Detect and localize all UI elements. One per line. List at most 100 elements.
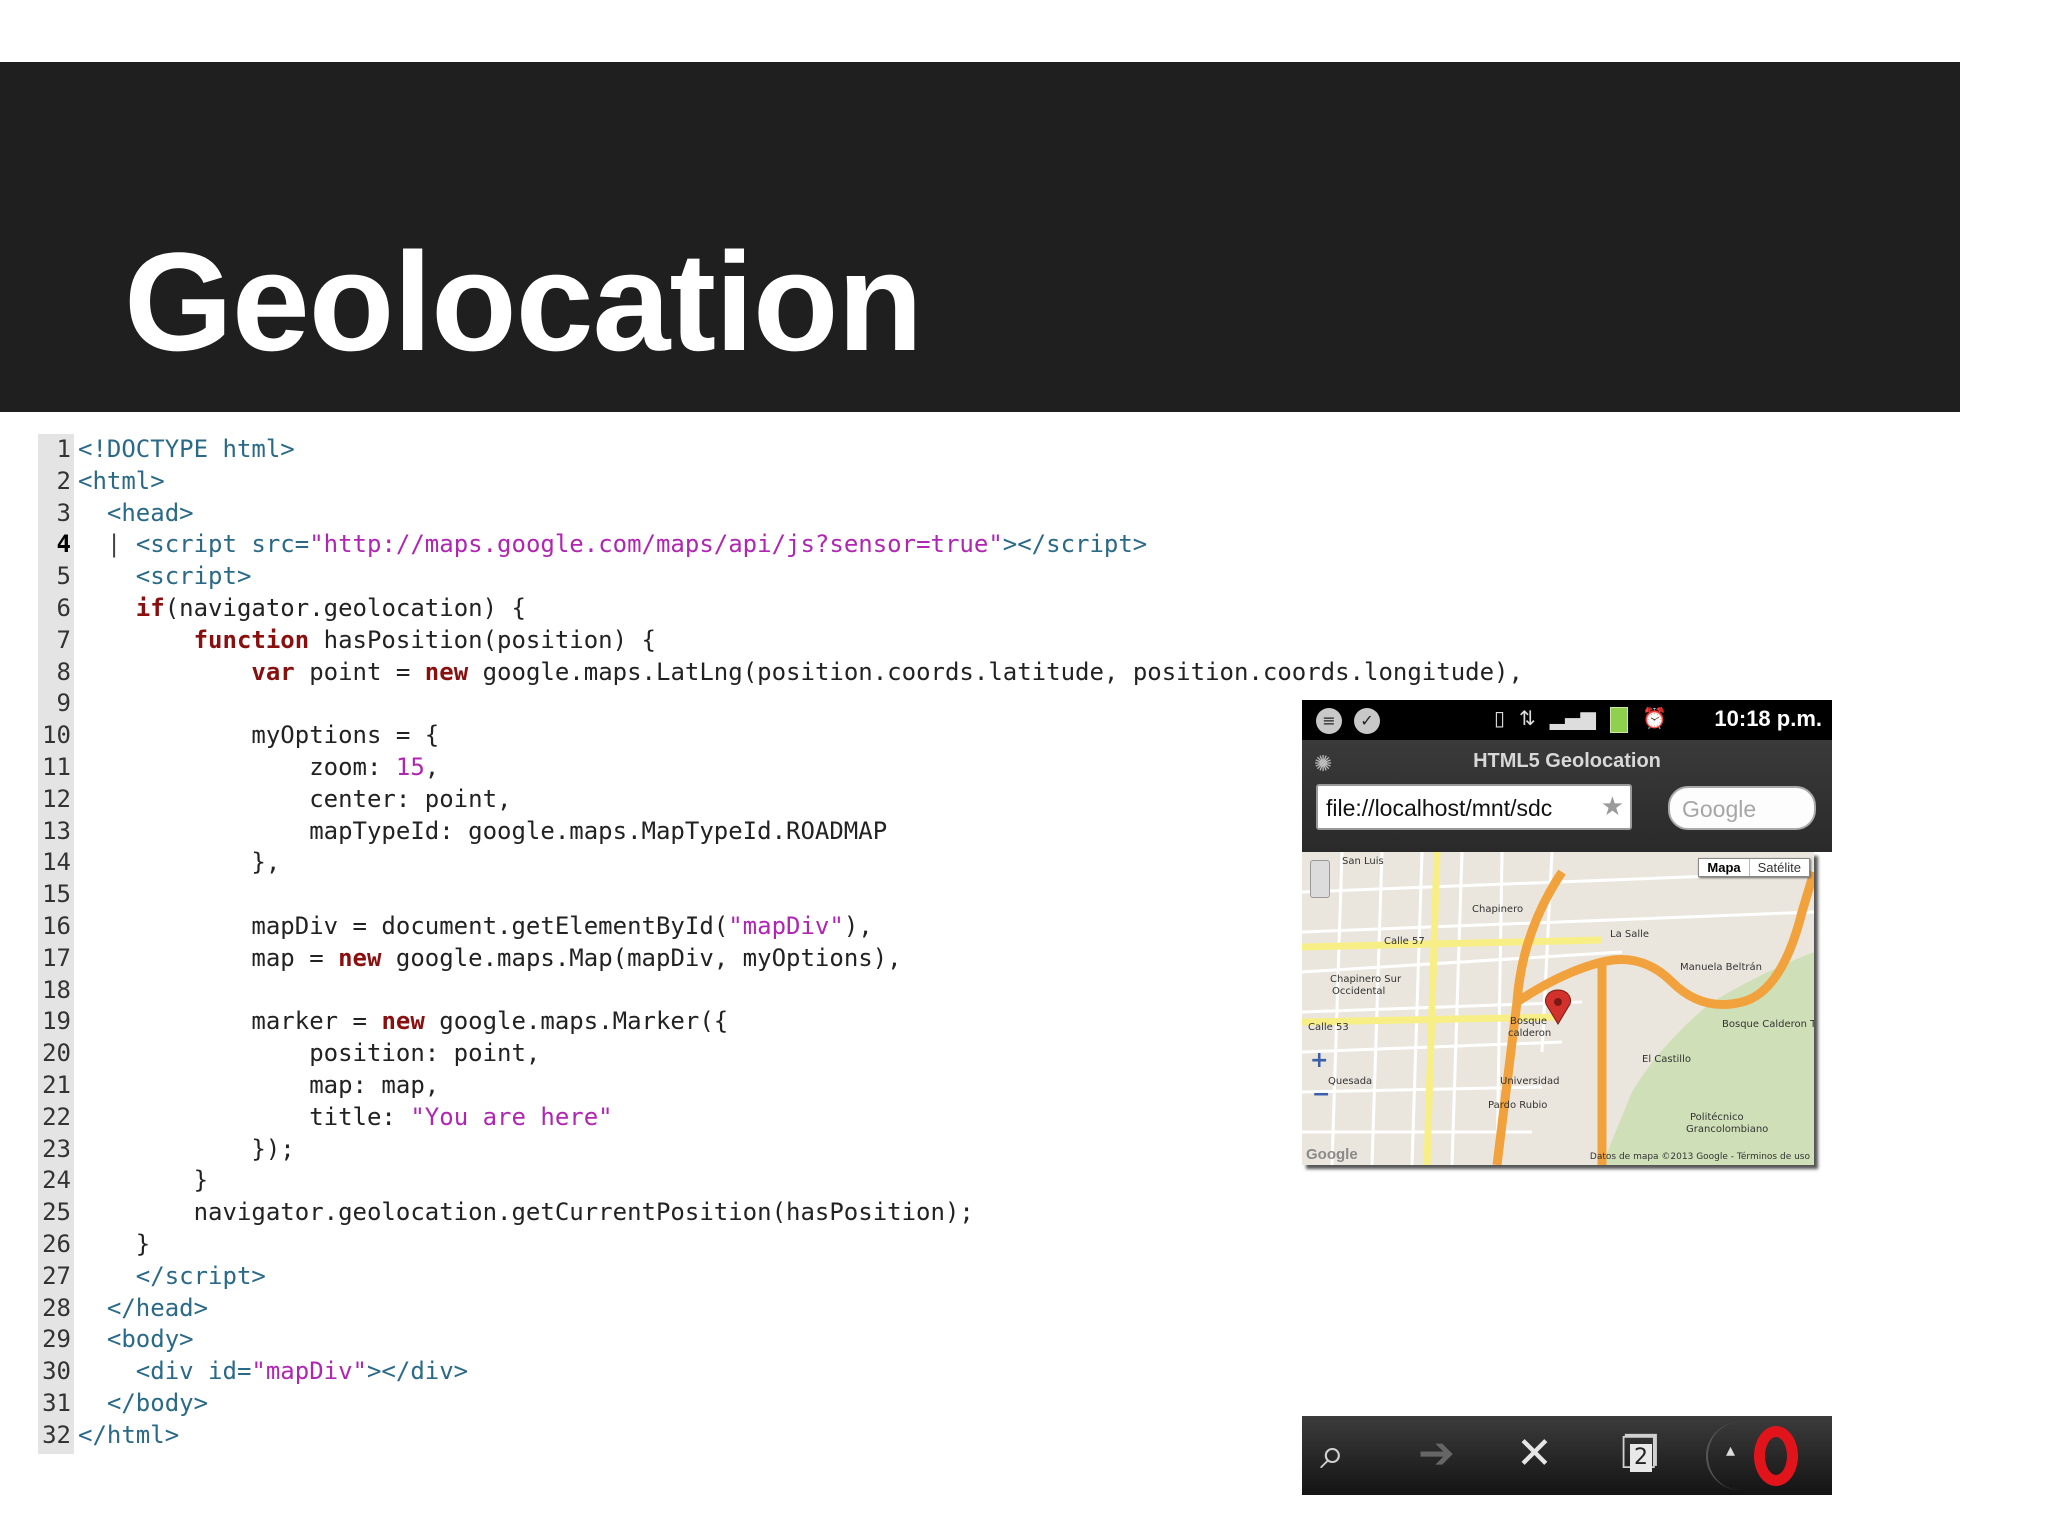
code-text: var point = new google.maps.LatLng(posit…: [251, 657, 1523, 686]
line-number: 13: [42, 816, 71, 845]
line-number: 20: [42, 1039, 71, 1068]
line-number: 21: [42, 1070, 71, 1099]
code-text: <html>: [78, 466, 165, 495]
line-number: 19: [42, 1007, 71, 1036]
line-number: 8: [56, 657, 71, 686]
svg-text:Calle 53: Calle 53: [1308, 1022, 1349, 1033]
line-number: 11: [42, 752, 71, 781]
svg-text:calderon: calderon: [1508, 1028, 1551, 1039]
code-text: center: point,: [78, 784, 512, 813]
opera-menu-button[interactable]: ▴: [1706, 1422, 1834, 1490]
line-number: 16: [42, 911, 71, 940]
map-graphic: San Luis Chapinero La Salle Chapinero Su…: [1302, 852, 1814, 1165]
svg-text:Calle 57: Calle 57: [1384, 936, 1425, 947]
code-text: function hasPosition(position) {: [193, 625, 656, 654]
bookmark-star-icon[interactable]: ★: [1601, 792, 1624, 822]
line-number: 32: [42, 1420, 71, 1449]
browser-header: ✺ HTML5 Geolocation file://localhost/mnt…: [1302, 740, 1832, 852]
map-type-roadmap-button[interactable]: Mapa: [1699, 859, 1748, 876]
code-text: | <script src="http://maps.google.com/ma…: [78, 530, 1148, 559]
code-text: if(navigator.geolocation) {: [135, 593, 526, 622]
map-view[interactable]: San Luis Chapinero La Salle Chapinero Su…: [1302, 852, 1814, 1165]
code-text: zoom: 15,: [78, 752, 440, 781]
code-text: <head>: [106, 498, 194, 527]
line-number: 28: [42, 1293, 71, 1322]
svg-text:La Salle: La Salle: [1610, 929, 1649, 940]
code-text: <script>: [135, 562, 252, 591]
line-number: 27: [42, 1261, 71, 1290]
svg-text:San Luis: San Luis: [1342, 856, 1384, 867]
line-number: 24: [42, 1166, 71, 1195]
code-text: position: point,: [78, 1039, 541, 1068]
svg-text:Chapinero Sur: Chapinero Sur: [1330, 974, 1402, 985]
line-number: 14: [42, 848, 71, 877]
slide-title: Geolocation: [124, 223, 923, 380]
line-number: 30: [42, 1357, 71, 1386]
code-text: },: [78, 848, 281, 877]
line-number: 3: [56, 498, 71, 527]
map-type-control: Mapa Satélite: [1698, 858, 1810, 877]
map-type-satellite-button[interactable]: Satélite: [1748, 859, 1809, 876]
svg-text:Grancolombiano: Grancolombiano: [1686, 1124, 1768, 1135]
signal-bars-icon: ▂▄▆: [1549, 706, 1596, 730]
svg-text:Politécnico: Politécnico: [1690, 1111, 1744, 1123]
code-text: map: map,: [78, 1070, 440, 1099]
line-number: 10: [42, 721, 71, 750]
code-text: <div id="mapDiv"></div>: [135, 1357, 469, 1386]
line-number: 6: [56, 593, 71, 622]
caret-up-icon: ▴: [1726, 1440, 1736, 1461]
battery-icon: [1609, 707, 1628, 733]
zoom-in-icon[interactable]: +: [1310, 1048, 1328, 1073]
line-number: 5: [56, 562, 71, 591]
line-number: 7: [56, 625, 71, 654]
address-bar[interactable]: file://localhost/mnt/sdc ★: [1316, 784, 1632, 830]
line-number: 18: [42, 975, 71, 1004]
svg-text:Bosque Calderon Tejada: Bosque Calderon Tejada: [1722, 1019, 1814, 1030]
close-x-icon[interactable]: ✕: [1516, 1426, 1553, 1482]
line-number: 2: [56, 466, 71, 495]
search-back-icon[interactable]: ⌕: [1320, 1426, 1345, 1482]
code-text: title: "You are here": [78, 1102, 613, 1131]
zoom-out-icon[interactable]: −: [1312, 1082, 1330, 1107]
svg-text:Occidental: Occidental: [1332, 986, 1385, 997]
line-number: 23: [42, 1134, 71, 1163]
code-text: mapDiv = document.getElementById("mapDiv…: [78, 911, 873, 940]
svg-text:Chapinero: Chapinero: [1472, 904, 1523, 915]
code-text: <body>: [106, 1325, 194, 1354]
search-input[interactable]: Google: [1668, 786, 1816, 830]
page-title: HTML5 Geolocation: [1473, 750, 1661, 772]
svg-text:Quesada: Quesada: [1328, 1076, 1372, 1087]
opera-menu-icon: [1754, 1426, 1798, 1486]
vibrate-icon: ▯: [1494, 706, 1506, 730]
code-text: </html>: [78, 1420, 180, 1449]
code-text: </head>: [106, 1293, 209, 1322]
forward-arrow-icon[interactable]: ➔: [1418, 1426, 1455, 1482]
code-text: navigator.geolocation.getCurrentPosition…: [78, 1198, 974, 1227]
svg-text:Pardo Rubio: Pardo Rubio: [1488, 1100, 1547, 1111]
code-text: }: [78, 1166, 209, 1195]
line-number: 29: [42, 1325, 71, 1354]
code-text: }: [78, 1229, 151, 1258]
svg-text:Manuela Beltrán: Manuela Beltrán: [1680, 961, 1762, 973]
search-placeholder: Google: [1682, 796, 1757, 822]
code-text: <!DOCTYPE html>: [78, 435, 295, 463]
line-number: 12: [42, 784, 71, 813]
svg-text:Bosque: Bosque: [1510, 1016, 1547, 1027]
browser-toolbar: ⌕ ➔ ✕ ❐ 2 ▴: [1302, 1416, 1832, 1495]
code-text: });: [78, 1134, 295, 1163]
line-number: 9: [56, 689, 71, 718]
google-logo: Google: [1306, 1146, 1358, 1163]
address-text: file://localhost/mnt/sdc: [1326, 795, 1553, 821]
street-view-pegman-icon[interactable]: [1310, 860, 1330, 898]
line-number: 22: [42, 1102, 71, 1131]
hspa-data-icon: ⇅: [1519, 706, 1536, 730]
svg-text:Universidad: Universidad: [1500, 1076, 1559, 1087]
line-number: 15: [42, 880, 71, 909]
chat-bubble-icon: ≡: [1316, 708, 1342, 734]
line-number: 4: [56, 530, 71, 559]
code-text: map = new google.maps.Map(mapDiv, myOpti…: [78, 943, 902, 972]
code-text: marker = new google.maps.Marker({: [78, 1007, 729, 1036]
map-attribution[interactable]: Datos de mapa ©2013 Google - Términos de…: [1590, 1152, 1810, 1162]
check-circle-icon: ✓: [1354, 708, 1380, 734]
line-number: 31: [42, 1388, 71, 1417]
